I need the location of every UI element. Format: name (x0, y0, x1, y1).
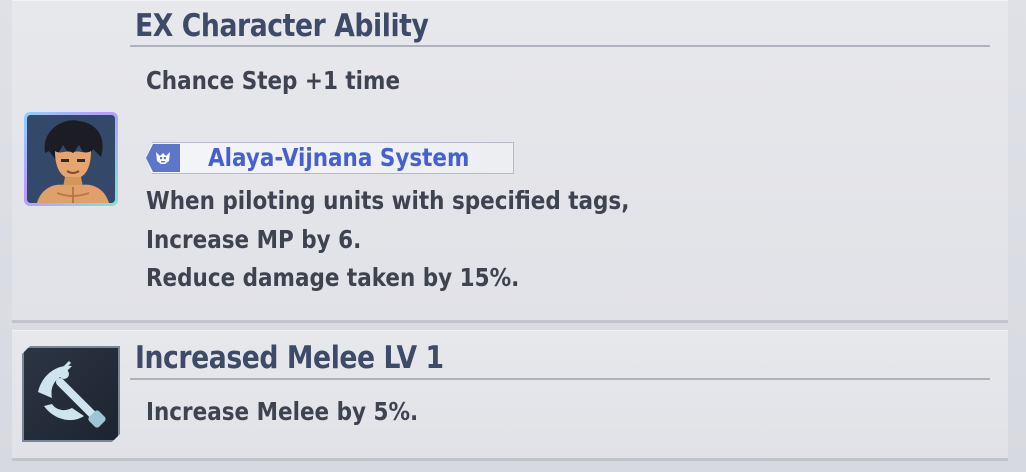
effect-line-1: When piloting units with specified tags, (146, 186, 630, 215)
ex-ability-title: EX Character Ability (135, 8, 429, 44)
mobile-suit-head-icon (146, 144, 180, 172)
effect-line-2: Increase MP by 6. (146, 225, 362, 254)
ex-ability-divider (130, 45, 990, 47)
character-avatar (27, 115, 115, 203)
tag-label: Alaya-Vijnana System (208, 143, 470, 172)
skill-description: Increase Melee by 5%. (146, 397, 419, 426)
ex-ability-description: Chance Step +1 time (146, 66, 401, 95)
tag-glyph-icon (156, 152, 170, 164)
pilot-avatar-icon (27, 115, 115, 203)
effect-line-3: Reduce damage taken by 15%. (146, 263, 520, 292)
character-portrait[interactable] (24, 112, 118, 206)
melee-weapon-icon[interactable] (22, 346, 120, 442)
ability-screen: EX Character Ability Chance Step +1 time (0, 0, 1026, 472)
melee-skill-glyph-icon (24, 348, 118, 440)
skill-divider (130, 378, 990, 380)
skill-title: Increased Melee LV 1 (135, 340, 444, 376)
pilot-tag-badge[interactable]: Alaya-Vijnana System (146, 142, 514, 174)
